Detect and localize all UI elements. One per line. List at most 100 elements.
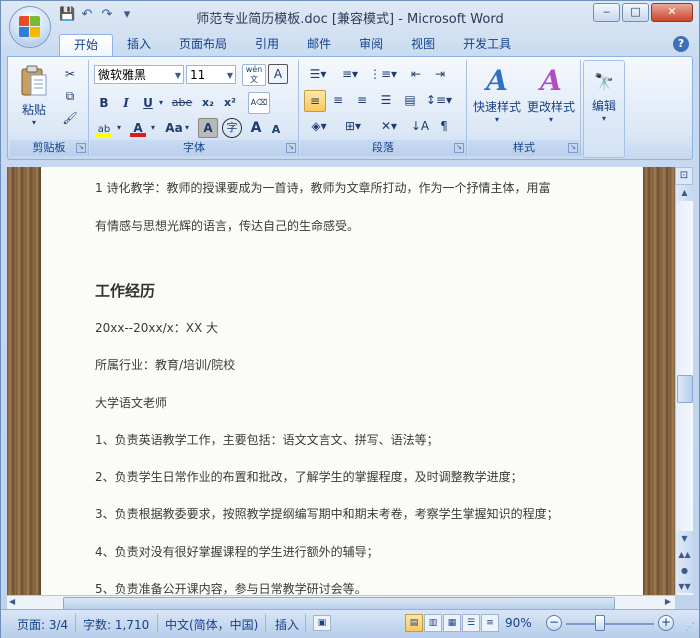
help-icon[interactable]: ? [673, 36, 689, 52]
line-spacing-icon[interactable]: ↕≡▾ [424, 90, 454, 110]
copy-icon[interactable]: ⧉ [60, 86, 80, 106]
paste-button[interactable]: 粘贴 ▾ [16, 64, 52, 134]
borders-icon[interactable]: ⊞▾ [338, 116, 368, 136]
grow-font-button[interactable]: A [246, 118, 266, 138]
full-screen-reading-icon[interactable]: ▥ [424, 614, 442, 632]
editing-label: 编辑 [591, 99, 616, 113]
web-layout-icon[interactable]: ▦ [443, 614, 461, 632]
clipboard-launcher-icon[interactable]: ↘ [76, 143, 86, 153]
underline-button[interactable]: U [138, 93, 158, 113]
select-browse-object-icon[interactable]: ● [676, 563, 693, 579]
outline-view-icon[interactable]: ☰ [462, 614, 480, 632]
shrink-font-button[interactable]: A [266, 120, 286, 140]
chinese-layout-icon[interactable]: ✕▾ [374, 116, 404, 136]
font-name-combo[interactable]: 微软雅黑 ▼ [94, 65, 184, 84]
cut-icon[interactable]: ✂ [60, 64, 80, 84]
zoom-slider[interactable] [566, 623, 654, 625]
save-icon[interactable]: 💾 [59, 7, 75, 23]
scroll-down-icon[interactable]: ▼ [676, 531, 693, 547]
subscript-button[interactable]: x₂ [198, 93, 218, 113]
align-center-icon[interactable]: ≡ [328, 90, 348, 110]
macro-record-icon[interactable]: ▣ [313, 615, 331, 631]
office-button[interactable] [9, 6, 51, 48]
scroll-right-icon[interactable]: ▶ [665, 597, 671, 606]
ruler-toggle-icon[interactable]: ⊡ [675, 167, 693, 185]
tab-insert[interactable]: 插入 [113, 34, 165, 56]
tab-developer[interactable]: 开发工具 [449, 34, 525, 56]
tab-home[interactable]: 开始 [59, 34, 114, 57]
print-layout-view-icon[interactable]: ▤ [405, 614, 423, 632]
quick-styles-icon: A [486, 64, 508, 97]
scroll-up-icon[interactable]: ▲ [676, 185, 693, 201]
chevron-down-icon[interactable]: ▾ [114, 118, 124, 138]
scroll-left-icon[interactable]: ◀ [9, 597, 15, 606]
wen-icon[interactable]: wén 文 [242, 64, 266, 86]
numbering-icon[interactable]: ≡▾ [336, 64, 364, 84]
multilevel-list-icon[interactable]: ⋮≡▾ [368, 64, 398, 84]
strikethrough-button[interactable]: abe [170, 93, 194, 113]
bold-button[interactable]: B [94, 93, 114, 113]
change-styles-button[interactable]: A 更改样式 ▾ [524, 64, 578, 136]
minimize-button[interactable]: ‒ [593, 3, 620, 22]
enclose-char-button[interactable]: 字 [222, 118, 242, 138]
close-button[interactable]: ✕ [651, 3, 693, 22]
maximize-button[interactable]: □ [622, 3, 649, 22]
italic-button[interactable]: I [116, 93, 136, 113]
clear-format-icon[interactable]: A⌫ [248, 92, 270, 114]
font-color-button[interactable]: A [128, 118, 148, 138]
next-page-icon[interactable]: ▼▼ [676, 579, 693, 593]
chevron-down-icon[interactable]: ▾ [182, 118, 192, 138]
horizontal-scrollbar[interactable]: ◀ ▶ [7, 595, 675, 610]
resize-grip-icon[interactable]: ⋰ [685, 622, 695, 633]
char-shading-button[interactable]: A [198, 118, 218, 138]
editing-button[interactable]: 🔭 编辑 ▾ [584, 67, 624, 137]
format-painter-icon[interactable]: 🖌 [60, 108, 80, 128]
chevron-down-icon[interactable]: ▾ [156, 93, 166, 113]
quick-styles-button[interactable]: A 快速样式 ▾ [470, 64, 524, 136]
doc-line: 大学语文老师 [95, 396, 168, 410]
document-page[interactable]: 1 诗化教学：教师的授课要成为一首诗，教师为文章所打动，作为一个抒情主体，用富 … [41, 167, 643, 595]
distributed-icon[interactable]: ▤ [400, 90, 420, 110]
paste-label: 粘贴 [21, 103, 46, 117]
zoom-level[interactable]: 90% [505, 616, 532, 630]
font-launcher-icon[interactable]: ↘ [286, 143, 296, 153]
justify-icon[interactable]: ☰ [376, 90, 396, 110]
insert-mode[interactable]: 插入 [275, 616, 299, 633]
tab-page-layout[interactable]: 页面布局 [165, 34, 241, 56]
right-wood-border [643, 167, 675, 595]
show-marks-icon[interactable]: ¶ [434, 116, 454, 136]
vertical-scroll-thumb[interactable] [677, 375, 693, 403]
zoom-slider-thumb[interactable] [595, 615, 605, 631]
highlight-icon[interactable]: ab [94, 118, 114, 138]
align-right-icon[interactable]: ≡ [352, 90, 372, 110]
undo-icon[interactable]: ↶ [79, 7, 95, 23]
page-count[interactable]: 页面: 3/4 [17, 616, 68, 633]
paragraph-launcher-icon[interactable]: ↘ [454, 143, 464, 153]
font-size-combo[interactable]: 11 ▼ [186, 65, 236, 84]
zoom-in-button[interactable]: + [658, 615, 674, 631]
customize-qat-icon[interactable]: ▾ [119, 7, 135, 23]
decrease-indent-icon[interactable]: ⇤ [406, 64, 426, 84]
superscript-button[interactable]: x² [220, 93, 240, 113]
chevron-down-icon[interactable]: ▾ [148, 118, 158, 138]
bullets-icon[interactable]: ☰▾ [304, 64, 332, 84]
tab-review[interactable]: 审阅 [345, 34, 397, 56]
char-border-icon[interactable]: A [268, 64, 288, 84]
align-left-icon[interactable]: ≡ [304, 90, 326, 112]
language-indicator[interactable]: 中文(简体，中国) [165, 616, 258, 633]
tab-view[interactable]: 视图 [397, 34, 449, 56]
tab-mailings[interactable]: 邮件 [293, 34, 345, 56]
increase-indent-icon[interactable]: ⇥ [430, 64, 450, 84]
shading-icon[interactable]: ◈▾ [304, 116, 334, 136]
zoom-out-button[interactable]: − [546, 615, 562, 631]
sort-icon[interactable]: ↓A [410, 116, 430, 136]
vertical-scrollbar[interactable]: ▲ ▼ ▲▲ ● ▼▼ [675, 185, 693, 595]
word-count[interactable]: 字数: 1,710 [83, 616, 149, 633]
styles-launcher-icon[interactable]: ↘ [568, 143, 578, 153]
tab-references[interactable]: 引用 [241, 34, 293, 56]
doc-line: 1 诗化教学：教师的授课要成为一首诗，教师为文章所打动，作为一个抒情主体，用富 [95, 181, 551, 195]
previous-page-icon[interactable]: ▲▲ [676, 547, 693, 563]
draft-view-icon[interactable]: ≡ [481, 614, 499, 632]
redo-icon[interactable]: ↷ [99, 7, 115, 23]
paste-dropdown-icon: ▾ [31, 118, 36, 127]
